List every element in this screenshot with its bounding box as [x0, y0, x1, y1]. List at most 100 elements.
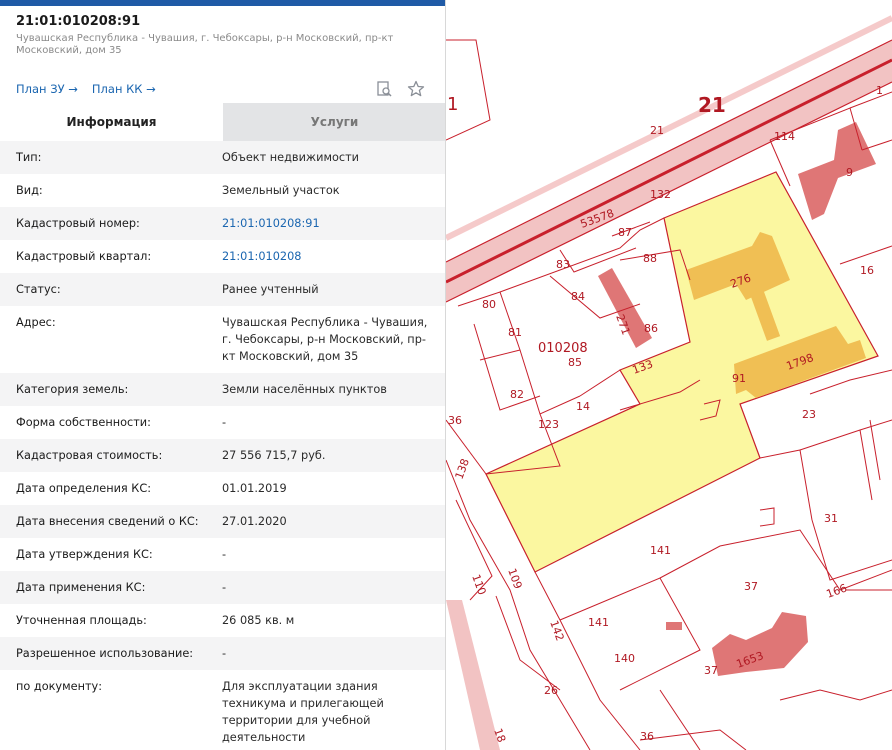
- row-value: -: [222, 647, 227, 660]
- small-building: [666, 622, 682, 630]
- panel-top-bar: [0, 0, 445, 6]
- map-label: 132: [650, 188, 671, 201]
- map-canvas[interactable]: 21 1 21 114 9 132 53578 87 88 83 84 271 …: [446, 0, 892, 750]
- row-value: 01.01.2019: [222, 482, 287, 495]
- building-1653[interactable]: [712, 612, 808, 676]
- row-value: -: [222, 416, 227, 429]
- map-label: 010208: [538, 341, 588, 356]
- row-value: -: [222, 548, 227, 561]
- map-label: 142: [547, 619, 566, 643]
- map-label: 141: [650, 544, 671, 557]
- row-label: Разрешенное использование:: [16, 647, 194, 660]
- row-value: Чувашская Республика - Чувашия, г. Чебок…: [222, 316, 428, 363]
- info-panel: 21:01:010208:91 Чувашская Республика - Ч…: [0, 0, 446, 750]
- row-status: Статус: Ранее учтенный: [0, 273, 445, 306]
- row-ownership: Форма собственности: -: [0, 406, 445, 439]
- map-label: 36: [448, 414, 462, 427]
- row-date-application: Дата применения КС: -: [0, 571, 445, 604]
- map-label: 114: [774, 130, 795, 143]
- map-label: 21: [650, 124, 664, 137]
- map-label: 14: [576, 400, 590, 413]
- row-label: Кадастровый номер:: [16, 217, 140, 230]
- map-label: 123: [538, 418, 559, 431]
- map-label: 166: [825, 581, 849, 600]
- row-label: Адрес:: [16, 316, 56, 329]
- row-address: Адрес: Чувашская Республика - Чувашия, г…: [0, 306, 445, 373]
- object-address: Чувашская Республика - Чувашия, г. Чебок…: [16, 33, 394, 56]
- row-label: Уточненная площадь:: [16, 614, 147, 627]
- row-label: Категория земель:: [16, 383, 129, 396]
- map-label: 80: [482, 298, 496, 311]
- row-value: Для эксплуатации здания техникума и прил…: [222, 680, 384, 744]
- row-label: Форма собственности:: [16, 416, 151, 429]
- map-label: 26: [544, 684, 558, 697]
- map-label: 87: [618, 226, 632, 239]
- panel-tabs: Информация Услуги: [0, 103, 445, 141]
- row-date-insert: Дата внесения сведений о КС: 27.01.2020: [0, 505, 445, 538]
- map-label: 1: [876, 84, 883, 97]
- map-label: 88: [643, 252, 657, 265]
- row-label: по документу:: [16, 680, 103, 693]
- map-label: 81: [508, 326, 522, 339]
- quarter-label: 21: [698, 93, 726, 117]
- building-271[interactable]: [598, 268, 652, 348]
- row-value: 27 556 715,7 руб.: [222, 449, 326, 462]
- row-label: Дата внесения сведений о КС:: [16, 515, 199, 528]
- map-label: 140: [614, 652, 635, 665]
- cadastral-map[interactable]: 21 1 21 114 9 132 53578 87 88 83 84 271 …: [446, 0, 892, 750]
- map-label: 23: [802, 408, 816, 421]
- search-document-icon[interactable]: [375, 80, 393, 98]
- row-value: -: [222, 581, 227, 594]
- map-label: 36: [640, 730, 654, 743]
- row-land-category: Категория земель: Земли населённых пункт…: [0, 373, 445, 406]
- row-label: Вид:: [16, 184, 43, 197]
- map-label: 110: [469, 573, 488, 597]
- row-value: Земли населённых пунктов: [222, 383, 387, 396]
- map-label: 86: [644, 322, 658, 335]
- plan-links: План ЗУ → План КК →: [16, 82, 156, 96]
- row-value: Земельный участок: [222, 184, 340, 197]
- plan-kk-link[interactable]: План КК →: [92, 82, 156, 96]
- row-label: Дата применения КС:: [16, 581, 146, 594]
- cadastral-quarter-link[interactable]: 21:01:010208: [222, 248, 430, 265]
- row-cadastral-quarter: Кадастровый квартал: 21:01:010208: [0, 240, 445, 273]
- row-value: 27.01.2020: [222, 515, 287, 528]
- map-label: 84: [571, 290, 585, 303]
- row-label: Статус:: [16, 283, 61, 296]
- map-label: 37: [704, 664, 718, 677]
- row-value: Объект недвижимости: [222, 151, 360, 164]
- row-type: Тип: Объект недвижимости: [0, 141, 445, 174]
- row-value: Ранее учтенный: [222, 283, 319, 296]
- row-kind: Вид: Земельный участок: [0, 174, 445, 207]
- map-label: 1: [447, 94, 458, 115]
- row-label: Кадастровая стоимость:: [16, 449, 163, 462]
- cadastral-number-title: 21:01:010208:91: [16, 14, 141, 29]
- row-label: Кадастровый квартал:: [16, 250, 152, 263]
- building-9[interactable]: [798, 122, 876, 220]
- map-label: 82: [510, 388, 524, 401]
- map-label: 85: [568, 356, 582, 369]
- plan-zu-link[interactable]: План ЗУ →: [16, 82, 78, 96]
- map-label: 138: [453, 457, 472, 481]
- row-by-document: по документу: Для эксплуатации здания те…: [0, 670, 445, 750]
- tab-services[interactable]: Услуги: [223, 103, 445, 141]
- map-label: 9: [846, 166, 853, 179]
- row-label: Тип:: [16, 151, 42, 164]
- panel-tools: [375, 80, 425, 98]
- row-date-approval: Дата утверждения КС: -: [0, 538, 445, 571]
- map-label: 31: [824, 512, 838, 525]
- row-label: Дата определения КС:: [16, 482, 152, 495]
- property-table: Тип: Объект недвижимости Вид: Земельный …: [0, 141, 445, 750]
- map-label: 91: [732, 372, 746, 385]
- tab-info[interactable]: Информация: [0, 103, 223, 141]
- star-icon[interactable]: [407, 80, 425, 98]
- cadastral-number-link[interactable]: 21:01:010208:91: [222, 215, 430, 232]
- map-label: 141: [588, 616, 609, 629]
- row-date-definition: Дата определения КС: 01.01.2019: [0, 472, 445, 505]
- map-label: 83: [556, 258, 570, 271]
- row-area: Уточненная площадь: 26 085 кв. м: [0, 604, 445, 637]
- map-label: 37: [744, 580, 758, 593]
- road-band: [446, 600, 500, 750]
- row-label: Дата утверждения КС:: [16, 548, 153, 561]
- row-permitted-use: Разрешенное использование: -: [0, 637, 445, 670]
